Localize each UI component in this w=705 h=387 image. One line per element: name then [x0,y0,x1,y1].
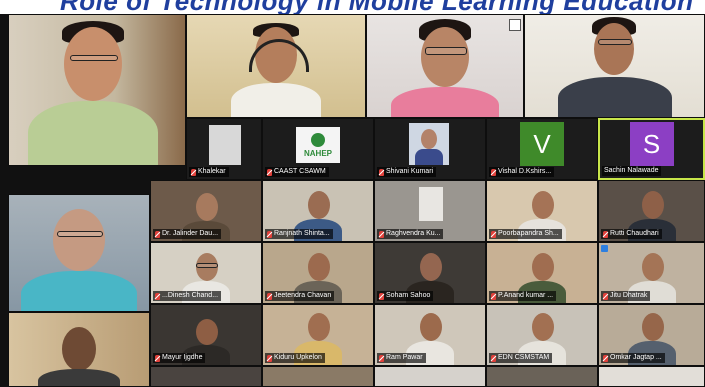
video-tile-kiduru[interactable]: Kiduru Upkelon [262,304,374,366]
mic-muted-icon [379,168,384,176]
video-tile-row5-c[interactable] [374,366,486,387]
mic-muted-icon [603,292,608,300]
participant-name: ...Dinesh Chand... [153,291,222,301]
mic-muted-icon [603,354,608,362]
mic-muted-icon [155,292,160,300]
mic-muted-icon [267,354,272,362]
video-tile-omkar[interactable]: Omkar Jagtap ... [598,304,705,366]
video-tile-shivani-kumari[interactable]: Shivani Kumari [374,118,486,180]
mic-muted-icon [155,354,160,362]
video-tile-vishal[interactable]: V Vishal D.Kshirs... [486,118,598,180]
banner: Role of Technology in Mobile Learning Ed… [0,0,705,14]
video-tile-rutti[interactable]: Rutti Chaudhari [598,180,705,242]
mic-muted-icon [379,230,384,238]
participant-name: Ram Pawar [377,353,426,363]
video-tile-jeetendra[interactable]: Jeetendra Chavan [262,242,374,304]
video-tile-participant-smile[interactable] [524,14,705,118]
participant-name: CAAST CSAWM [265,167,329,177]
video-tile-dinesh[interactable]: ...Dinesh Chand... [150,242,262,304]
participant-name: Vishal D.Kshirs... [489,167,555,177]
mic-muted-icon [379,354,384,362]
mic-muted-icon [267,168,272,176]
video-tile-sachin[interactable]: S Sachin Nalawade [598,118,705,180]
video-tile-participant-left3[interactable] [8,312,150,387]
mic-muted-icon [491,292,496,300]
participant-name: Shivani Kumari [377,167,437,177]
participant-name: Soham Sahoo [377,291,434,301]
pin-icon [601,245,608,252]
video-tile-row5-a[interactable] [150,366,262,387]
video-tile-anand[interactable]: P.Anand kumar ... [486,242,598,304]
mic-muted-icon [191,168,196,176]
video-tile-raghvendra[interactable]: Raghvendra Ku... [374,180,486,242]
mic-muted-icon [379,292,384,300]
participant-name: P.Anand kumar ... [489,291,557,301]
nahep-logo: NAHEP [296,127,340,163]
video-tile-jalinder[interactable]: Dr. Jalinder Dau... [150,180,262,242]
video-tile-row5-b[interactable] [262,366,374,387]
video-tile-host[interactable] [8,14,186,166]
mic-muted-icon [267,230,272,238]
participant-name: Jeetendra Chavan [265,291,335,301]
video-tile-row5-d[interactable] [486,366,598,387]
participant-name: Sachin Nalawade [602,166,662,176]
video-tile-speaker-glasses[interactable] [366,14,524,118]
mic-muted-icon [155,230,160,238]
participant-name: Raghvendra Ku... [377,229,444,239]
participant-name: Ranjnath Shinta... [265,229,333,239]
mic-muted-icon [603,230,608,238]
mic-muted-icon [267,292,272,300]
participant-name: Omkar Jagtap ... [601,353,665,363]
video-tile-ram-pawar[interactable]: Ram Pawar [374,304,486,366]
video-tile-jitu[interactable]: Jitu Dhatrak [598,242,705,304]
participant-name: Khalekar [189,167,229,177]
participant-name: Mayur Ijgdhe [153,353,206,363]
banner-title: Role of Technology in Mobile Learning Ed… [60,0,694,14]
mic-muted-icon [491,230,496,238]
video-tile-row5-e[interactable] [598,366,705,387]
mic-muted-icon [491,168,496,176]
video-tile-mayur[interactable]: Mayur Ijgdhe [150,304,262,366]
avatar: V [520,122,564,167]
participant-name: EDN CSMSTAM [489,353,553,363]
participant-name: Jitu Dhatrak [601,291,651,301]
participant-name: Kiduru Upkelon [265,353,325,363]
video-tile-speaker-headset[interactable] [186,14,366,118]
participant-name: Poorbapandra Sh... [489,229,562,239]
video-tile-ranjnath[interactable]: Ranjnath Shinta... [262,180,374,242]
video-tile-caast-csawm[interactable]: NAHEP CAAST CSAWM [262,118,374,180]
avatar: S [629,122,674,167]
video-tile-edn-csmstam[interactable]: EDN CSMSTAM [486,304,598,366]
video-tile-participant-left2[interactable] [8,194,150,312]
video-tile-poorbapandra[interactable]: Poorbapandra Sh... [486,180,598,242]
pin-badge [509,19,521,31]
video-grid: Khalekar NAHEP CAAST CSAWM Shivani Kumar… [0,14,705,387]
mic-muted-icon [491,354,496,362]
video-tile-khalekar[interactable]: Khalekar [186,118,262,180]
video-tile-soham[interactable]: Soham Sahoo [374,242,486,304]
participant-name: Dr. Jalinder Dau... [153,229,222,239]
participant-name: Rutti Chaudhari [601,229,662,239]
